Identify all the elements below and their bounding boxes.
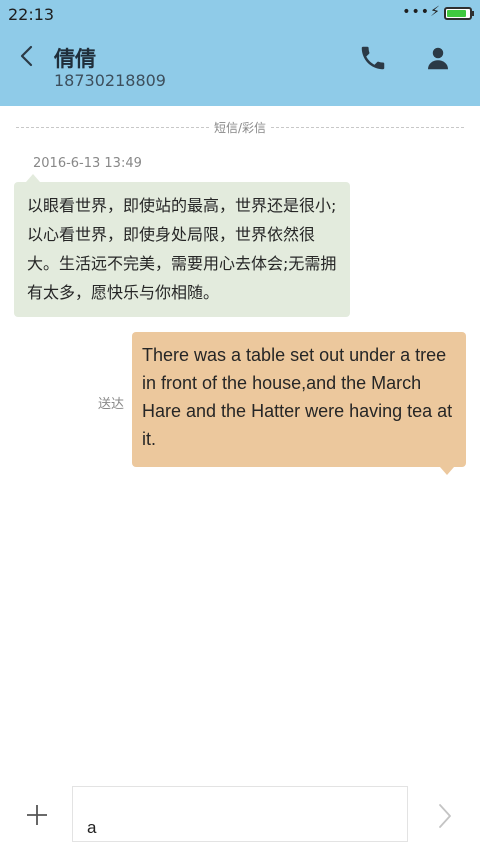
chevron-right-icon xyxy=(439,804,451,828)
message-type-label: 短信/彩信 xyxy=(209,119,271,136)
battery-icon xyxy=(444,7,474,20)
call-button[interactable] xyxy=(358,43,388,73)
back-arrow-icon xyxy=(20,45,33,67)
person-icon xyxy=(428,47,448,70)
message-input[interactable] xyxy=(72,786,408,842)
add-attachment-button[interactable] xyxy=(22,800,52,830)
charging-bolt-icon: ⚡ xyxy=(430,4,440,20)
contact-number: 18730218809 xyxy=(54,71,166,90)
contact-name: 倩倩 xyxy=(54,47,96,71)
plus-icon xyxy=(27,805,47,825)
message-type-divider: 短信/彩信 xyxy=(16,118,464,136)
status-time: 22:13 xyxy=(8,5,55,24)
contact-info-button[interactable] xyxy=(423,43,453,73)
status-bar: 22:13 ••• ⚡ xyxy=(0,0,480,28)
back-button[interactable] xyxy=(14,40,44,74)
phone-icon xyxy=(361,46,385,70)
notification-dots-icon: ••• xyxy=(402,4,430,20)
outgoing-message-bubble[interactable]: There was a table set out under a tree i… xyxy=(132,332,466,475)
send-button[interactable] xyxy=(430,800,458,832)
app-header: 22:13 ••• ⚡ 倩倩 18730218809 xyxy=(0,0,480,106)
message-timestamp: 2016-6-13 13:49 xyxy=(33,156,142,171)
incoming-message-bubble[interactable]: 以眼看世界，即使站的最高，世界还是很小;以心看世界，即使身处局限，世界依然很大。… xyxy=(14,174,350,317)
battery-fill xyxy=(447,10,466,17)
delivery-status: 送达 xyxy=(98,397,125,412)
